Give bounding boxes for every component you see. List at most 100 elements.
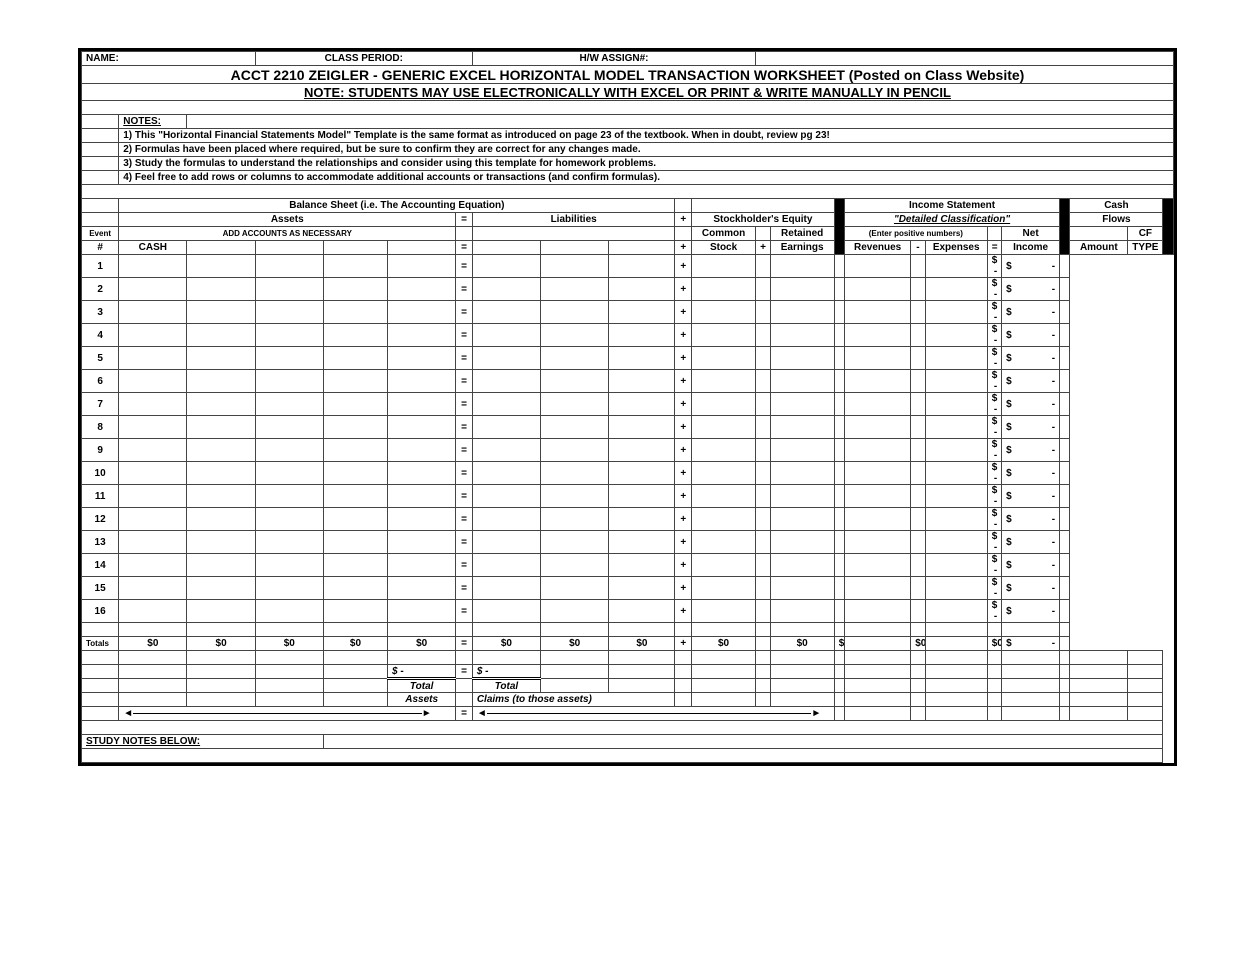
earnings-col: Earnings (770, 241, 834, 255)
row-num: 4 (82, 324, 119, 347)
claims-arrow (472, 707, 834, 721)
row-num: 8 (82, 416, 119, 439)
net-income-cell: $- (987, 393, 1001, 416)
amount-cell: $- (1002, 416, 1060, 439)
totals-label: Totals (82, 637, 119, 651)
stock-col: Stock (692, 241, 756, 255)
cf-col: CF (1128, 227, 1163, 241)
net-income-cell: $- (987, 370, 1001, 393)
add-accounts: ADD ACCOUNTS AS NECESSARY (119, 227, 456, 241)
amount-cell: $- (1002, 370, 1060, 393)
amount-cell: $- (1002, 301, 1060, 324)
total-claims-amount: $ - (472, 665, 540, 679)
study-notes-label: STUDY NOTES BELOW: (82, 735, 324, 749)
amount-cell: $- (1002, 347, 1060, 370)
net-income-cell: $- (987, 485, 1001, 508)
event-col: Event (82, 227, 119, 241)
note-1: 1) This "Horizontal Financial Statements… (119, 129, 1174, 143)
row-num: 6 (82, 370, 119, 393)
row-num: 16 (82, 600, 119, 623)
note-3: 3) Study the formulas to understand the … (119, 157, 1174, 171)
net-income-cell: $- (987, 600, 1001, 623)
row-num: 11 (82, 485, 119, 508)
net-income-cell: $- (987, 531, 1001, 554)
eq-sign: = (456, 600, 473, 623)
total-cell: $0 (911, 637, 925, 651)
total-cell: $0 (187, 637, 255, 651)
enter-positive: (Enter positive numbers) (845, 227, 988, 241)
net-income-cell: $- (987, 439, 1001, 462)
net-income-cell: $- (987, 554, 1001, 577)
amount-cell: $- (1002, 554, 1060, 577)
worksheet-title: ACCT 2210 ZEIGLER - GENERIC EXCEL HORIZO… (82, 66, 1174, 84)
plus-sign: + (675, 531, 692, 554)
eq-sign: = (456, 577, 473, 600)
total-cell: $0 (692, 637, 756, 651)
assets-arrow (119, 707, 456, 721)
name-label: NAME: (82, 52, 256, 66)
assets-heading: Assets (119, 213, 456, 227)
amount-cell: $- (1002, 439, 1060, 462)
plus-sign: + (675, 508, 692, 531)
notes-heading: NOTES: (119, 115, 187, 129)
amount-cell: $- (1002, 324, 1060, 347)
cash-col: CASH (119, 241, 187, 255)
note-4: 4) Feel free to add rows or columns to a… (119, 171, 1174, 185)
row-num: 2 (82, 278, 119, 301)
amount-cell: $- (1002, 508, 1060, 531)
row-num: 13 (82, 531, 119, 554)
plus-sign: + (675, 439, 692, 462)
cash-heading: Cash (1070, 199, 1163, 213)
eq-sign: = (456, 393, 473, 416)
note-2: 2) Formulas have been placed where requi… (119, 143, 1174, 157)
total-label-left: Total (388, 679, 456, 693)
plus-sign: + (675, 554, 692, 577)
total-cell: $0 (119, 637, 187, 651)
plus-sign: + (675, 278, 692, 301)
type-col: TYPE (1128, 241, 1163, 255)
assets-label: Assets (388, 693, 456, 707)
amount-cell: $- (1002, 485, 1060, 508)
worksheet-subtitle: NOTE: STUDENTS MAY USE ELECTRONICALLY WI… (82, 84, 1174, 101)
eq-sign: = (456, 531, 473, 554)
row-num: 3 (82, 301, 119, 324)
amount-total: $- (1002, 637, 1060, 651)
net-income-cell: $- (987, 301, 1001, 324)
row-num: 12 (82, 508, 119, 531)
eq-sign: = (456, 416, 473, 439)
plus-sign: + (675, 213, 692, 227)
eq-sign: = (456, 347, 473, 370)
net-income-cell: $- (987, 347, 1001, 370)
net-income-cell: $- (987, 255, 1001, 278)
plus-sign: + (675, 416, 692, 439)
plus-sign: + (675, 324, 692, 347)
equity-heading: Stockholder's Equity (692, 213, 835, 227)
total-label-right: Total (472, 679, 540, 693)
eq-sign: = (456, 462, 473, 485)
eq-sign: = (456, 301, 473, 324)
income-statement-heading: Income Statement (845, 199, 1060, 213)
plus-sign: + (675, 301, 692, 324)
plus-sign: + (675, 370, 692, 393)
plus-sign: + (675, 577, 692, 600)
net-col: Net (1002, 227, 1060, 241)
row-num: 14 (82, 554, 119, 577)
total-assets-amount: $ - (388, 665, 456, 679)
total-cell: $0 (472, 637, 540, 651)
flows-heading: Flows (1070, 213, 1163, 227)
retained-col: Retained (770, 227, 834, 241)
net-income-cell: $- (987, 416, 1001, 439)
row-num: 7 (82, 393, 119, 416)
eq-sign: = (456, 439, 473, 462)
eq-sign: = (456, 485, 473, 508)
class-period-label: CLASS PERIOD: (255, 52, 472, 66)
amount-col: Amount (1070, 241, 1128, 255)
eq-sign: = (456, 508, 473, 531)
plus-sign: + (675, 462, 692, 485)
eq-sign: = (456, 324, 473, 347)
amount-cell: $- (1002, 531, 1060, 554)
eq-sign: = (456, 370, 473, 393)
eq-sign: = (456, 278, 473, 301)
amount-cell: $- (1002, 393, 1060, 416)
income-col: Income (1002, 241, 1060, 255)
